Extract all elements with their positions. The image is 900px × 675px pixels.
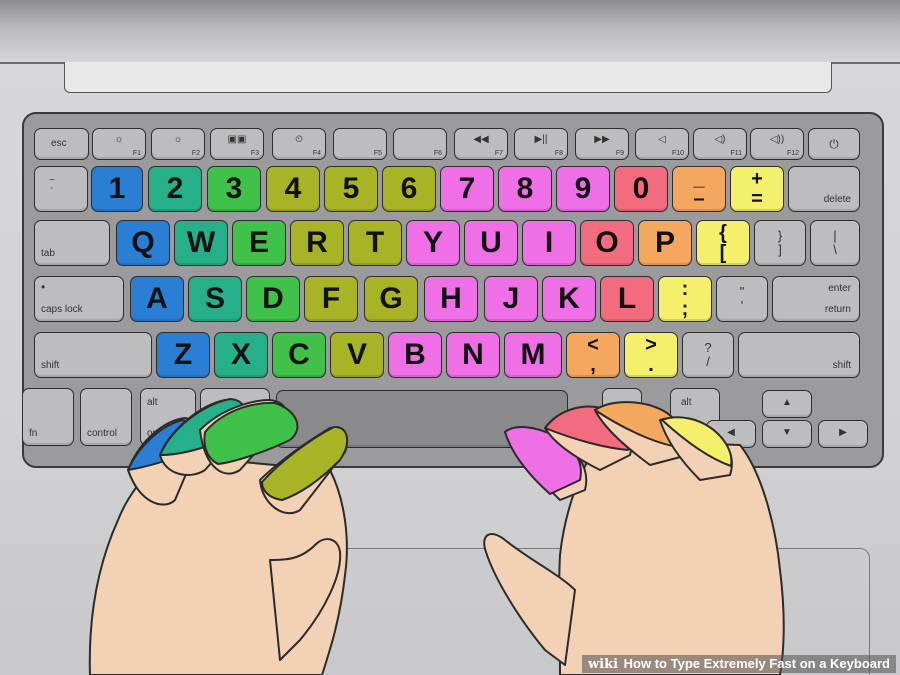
image-caption: wiki How to Type Extremely Fast on a Key…	[581, 655, 896, 673]
left-hand	[88, 398, 349, 675]
right-palm	[558, 439, 785, 675]
wiki-logo: wiki	[587, 657, 619, 672]
caption-title: How to Type Extremely Fast on a Keyboard	[623, 656, 890, 671]
keyboard-illustration: esc ☼ F1 ☼ F2 ▣▣ F3 ⏲ F4 F5 F6 ◀◀ F7 ▶||	[0, 0, 900, 675]
typing-hands-illustration	[88, 398, 785, 675]
right-hand	[483, 401, 785, 675]
